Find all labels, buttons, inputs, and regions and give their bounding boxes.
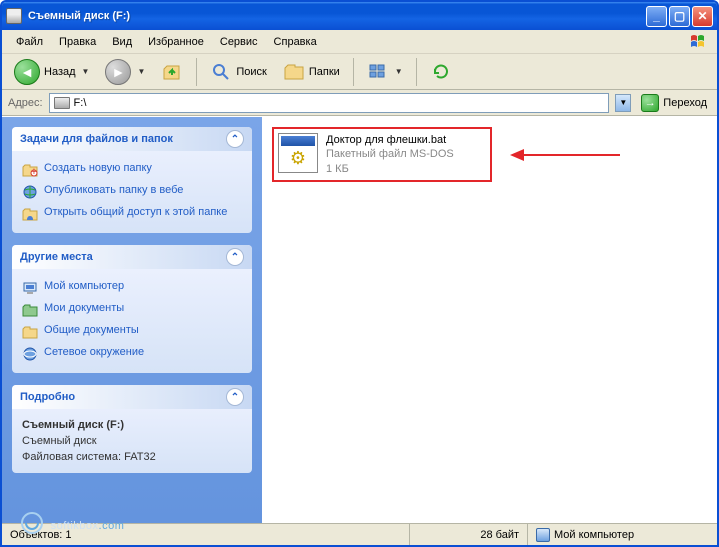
status-bytes: 28 байт [410, 524, 528, 545]
place-network[interactable]: Сетевое окружение [22, 343, 242, 365]
documents-icon [22, 302, 38, 318]
drive-icon [6, 8, 22, 24]
close-button[interactable]: ✕ [692, 6, 713, 27]
titlebar[interactable]: Съемный диск (F:) _ ▢ ✕ [2, 2, 717, 30]
toolbar: ◄ Назад ▼ ► ▼ Поиск Папки ▼ [2, 54, 717, 90]
menu-tools[interactable]: Сервис [212, 34, 266, 50]
menu-favorites[interactable]: Избранное [140, 34, 212, 50]
new-folder-icon: + [22, 162, 38, 178]
details-panel: Подробно ⌃ Съемный диск (F:) Съемный дис… [12, 385, 252, 473]
file-item[interactable]: Доктор для флешки.bat Пакетный файл MS-D… [272, 127, 492, 182]
details-title: Подробно [20, 391, 75, 403]
folders-label: Папки [309, 66, 340, 78]
tasks-title: Задачи для файлов и папок [20, 133, 173, 145]
collapse-icon: ⌃ [226, 248, 244, 266]
chevron-down-icon: ▼ [395, 67, 403, 76]
folders-icon [283, 61, 305, 83]
file-type: Пакетный файл MS-DOS [326, 147, 454, 161]
task-publish[interactable]: Опубликовать папку в вебе [22, 181, 242, 203]
forward-arrow-icon: ► [105, 59, 131, 85]
refresh-icon [430, 61, 452, 83]
status-location: Мой компьютер [528, 524, 717, 545]
chevron-down-icon: ▼ [137, 67, 145, 76]
maximize-button[interactable]: ▢ [669, 6, 690, 27]
address-bar: Адрес: F:\ ▼ → Переход [2, 90, 717, 116]
computer-icon [22, 280, 38, 296]
search-label: Поиск [236, 66, 266, 78]
go-button[interactable]: → Переход [637, 92, 711, 114]
menu-edit[interactable]: Правка [51, 34, 104, 50]
file-size: 1 КБ [326, 162, 454, 176]
go-arrow-icon: → [641, 94, 659, 112]
share-folder-icon [22, 206, 38, 222]
windows-logo-icon [687, 33, 711, 51]
status-bar: Объектов: 1 28 байт Мой компьютер [2, 523, 717, 545]
status-objects: Объектов: 1 [2, 524, 410, 545]
details-panel-header[interactable]: Подробно ⌃ [12, 385, 252, 409]
refresh-button[interactable] [424, 57, 458, 87]
search-icon [210, 61, 232, 83]
details-fs: Файловая система: FAT32 [22, 449, 242, 465]
search-button[interactable]: Поиск [204, 57, 272, 87]
forward-button[interactable]: ► ▼ [99, 57, 151, 87]
computer-icon [536, 528, 550, 542]
tasks-panel: Задачи для файлов и папок ⌃ + Создать но… [12, 127, 252, 233]
menu-file[interactable]: Файл [8, 34, 51, 50]
folders-button[interactable]: Папки [277, 57, 346, 87]
file-name: Доктор для флешки.bat [326, 133, 454, 147]
tasks-panel-header[interactable]: Задачи для файлов и папок ⌃ [12, 127, 252, 151]
place-shared-documents[interactable]: Общие документы [22, 321, 242, 343]
address-label: Адрес: [8, 97, 43, 109]
collapse-icon: ⌃ [226, 388, 244, 406]
details-name: Съемный диск (F:) [22, 417, 242, 433]
window-title: Съемный диск (F:) [28, 10, 646, 22]
places-panel: Другие места ⌃ Мой компьютер Мои докумен… [12, 245, 252, 373]
globe-icon [22, 184, 38, 200]
menu-view[interactable]: Вид [104, 34, 140, 50]
back-button[interactable]: ◄ Назад ▼ [8, 57, 95, 87]
menubar: Файл Правка Вид Избранное Сервис Справка [2, 30, 717, 54]
drive-icon [54, 97, 70, 109]
place-my-documents[interactable]: Мои документы [22, 299, 242, 321]
go-label: Переход [663, 97, 707, 109]
up-button[interactable] [155, 57, 189, 87]
collapse-icon: ⌃ [226, 130, 244, 148]
svg-text:+: + [31, 166, 37, 178]
address-dropdown[interactable]: ▼ [615, 94, 631, 112]
back-arrow-icon: ◄ [14, 59, 40, 85]
places-title: Другие места [20, 251, 93, 263]
sidebar: Задачи для файлов и папок ⌃ + Создать но… [2, 117, 262, 523]
views-button[interactable]: ▼ [361, 57, 409, 87]
menu-help[interactable]: Справка [266, 34, 325, 50]
minimize-button[interactable]: _ [646, 6, 667, 27]
network-icon [22, 346, 38, 362]
annotation-arrow [510, 145, 620, 165]
address-value: F:\ [74, 97, 87, 109]
views-icon [367, 61, 389, 83]
places-panel-header[interactable]: Другие места ⌃ [12, 245, 252, 269]
place-my-computer[interactable]: Мой компьютер [22, 277, 242, 299]
bat-file-icon [278, 133, 318, 173]
folder-up-icon [161, 61, 183, 83]
file-pane[interactable]: Доктор для флешки.bat Пакетный файл MS-D… [262, 117, 717, 523]
address-input[interactable]: F:\ [49, 93, 610, 113]
chevron-down-icon: ▼ [82, 67, 90, 76]
task-new-folder[interactable]: + Создать новую папку [22, 159, 242, 181]
details-type: Съемный диск [22, 433, 242, 449]
shared-folder-icon [22, 324, 38, 340]
back-label: Назад [44, 66, 76, 78]
task-share[interactable]: Открыть общий доступ к этой папке [22, 203, 242, 225]
